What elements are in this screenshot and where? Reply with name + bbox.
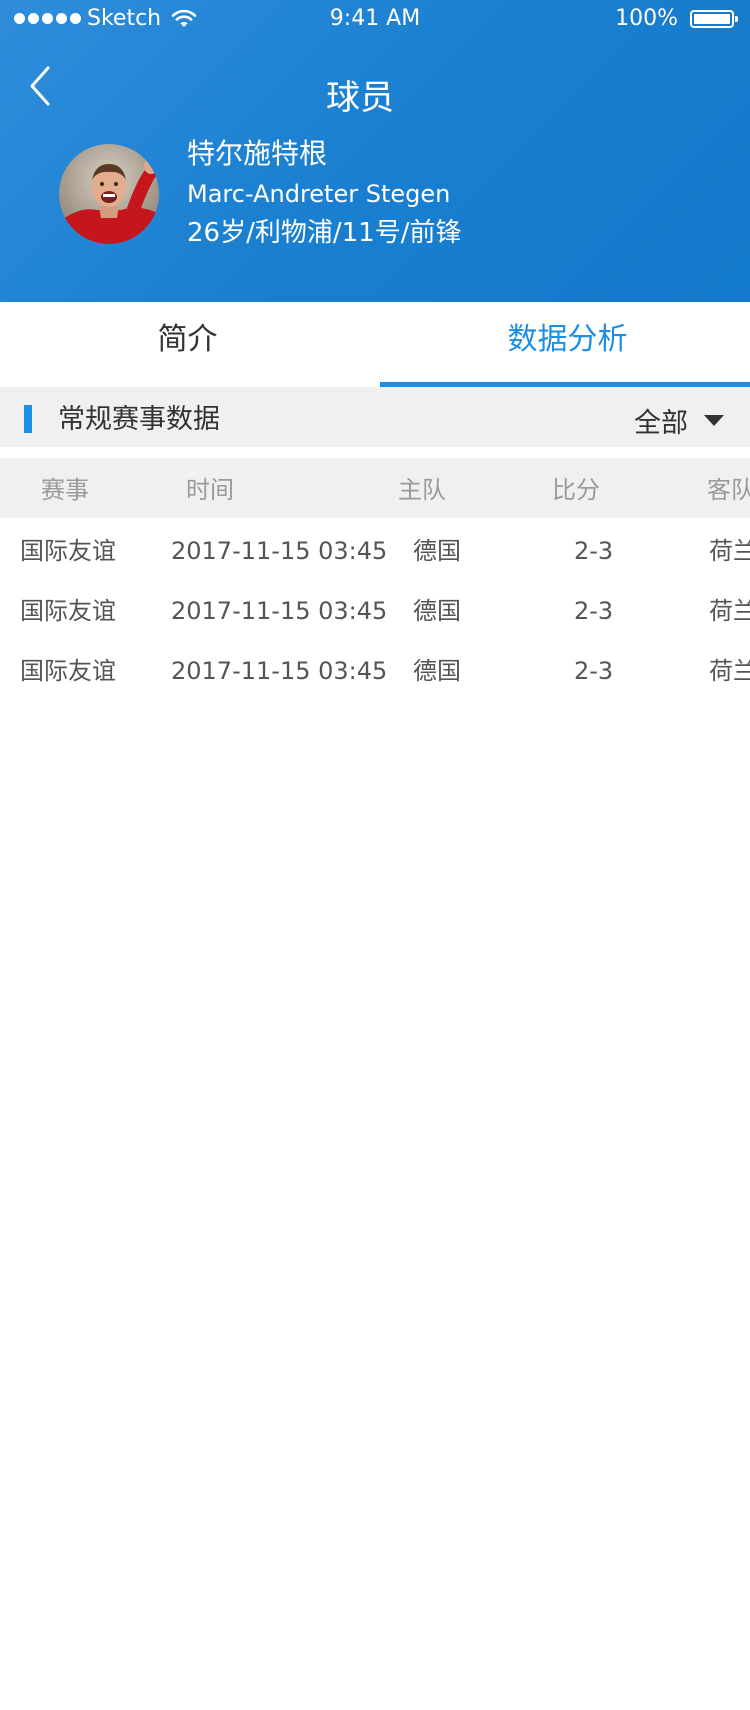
cell-event: 国际友谊 xyxy=(20,657,116,685)
cell-time: 2017-11-15 03:45 xyxy=(171,537,388,565)
filter-dropdown[interactable]: 全部 xyxy=(634,387,724,453)
cell-time: 2017-11-15 03:45 xyxy=(171,657,388,685)
caret-down-icon xyxy=(704,414,724,426)
section-title: 常规赛事数据 xyxy=(58,404,220,435)
column-header-score: 比分 xyxy=(552,476,600,504)
cell-home: 德国 xyxy=(413,597,461,625)
cell-away: 荷兰 xyxy=(709,537,750,565)
filter-label: 全部 xyxy=(634,407,688,439)
section-header: 常规赛事数据 全部 xyxy=(0,387,750,447)
status-bar: Sketch 9:41 AM 100% xyxy=(0,0,750,40)
cell-home: 德国 xyxy=(413,657,461,685)
column-header-away: 客队 xyxy=(707,476,750,504)
player-photo xyxy=(59,144,159,244)
tab-intro[interactable]: 简介 xyxy=(0,302,375,387)
match-table: 国际友谊 2017-11-15 03:45 德国 2-3 荷兰 国际友谊 201… xyxy=(0,518,750,698)
player-name-cn: 特尔施特根 xyxy=(187,137,328,170)
cell-event: 国际友谊 xyxy=(20,597,116,625)
cell-time: 2017-11-15 03:45 xyxy=(171,597,388,625)
cell-home: 德国 xyxy=(413,537,461,565)
cell-score: 2-3 xyxy=(574,657,614,685)
column-header-event: 赛事 xyxy=(41,476,89,504)
player-meta: 26岁/利物浦/11号/前锋 xyxy=(187,218,462,248)
tab-data-analysis[interactable]: 数据分析 xyxy=(380,302,750,387)
cell-event: 国际友谊 xyxy=(20,537,116,565)
profile-header: Sketch 9:41 AM 100% 球员 特尔施特根 Marc-Andret… xyxy=(0,0,750,302)
page-title: 球员 xyxy=(326,78,394,118)
column-header-time: 时间 xyxy=(186,476,234,504)
player-name-en: Marc-Andreter Stegen xyxy=(187,180,451,208)
table-row[interactable]: 国际友谊 2017-11-15 03:45 德国 2-3 荷兰 xyxy=(0,518,750,578)
table-header: 赛事 时间 主队 比分 客队 xyxy=(0,458,750,518)
table-row[interactable]: 国际友谊 2017-11-15 03:45 德国 2-3 荷兰 xyxy=(0,578,750,638)
section-marker xyxy=(24,405,32,433)
table-row[interactable]: 国际友谊 2017-11-15 03:45 德国 2-3 荷兰 xyxy=(0,638,750,698)
tab-bar: 简介 数据分析 xyxy=(0,302,750,387)
cell-away: 荷兰 xyxy=(709,597,750,625)
cell-score: 2-3 xyxy=(574,537,614,565)
battery-icon xyxy=(690,9,738,28)
player-info: 特尔施特根 Marc-Andreter Stegen 26岁/利物浦/11号/前… xyxy=(187,134,461,252)
battery-percent: 100% xyxy=(615,6,678,31)
cell-score: 2-3 xyxy=(574,597,614,625)
player-avatar[interactable] xyxy=(59,144,159,244)
column-header-home: 主队 xyxy=(398,476,446,504)
status-right: 100% xyxy=(615,6,738,31)
cell-away: 荷兰 xyxy=(709,657,750,685)
